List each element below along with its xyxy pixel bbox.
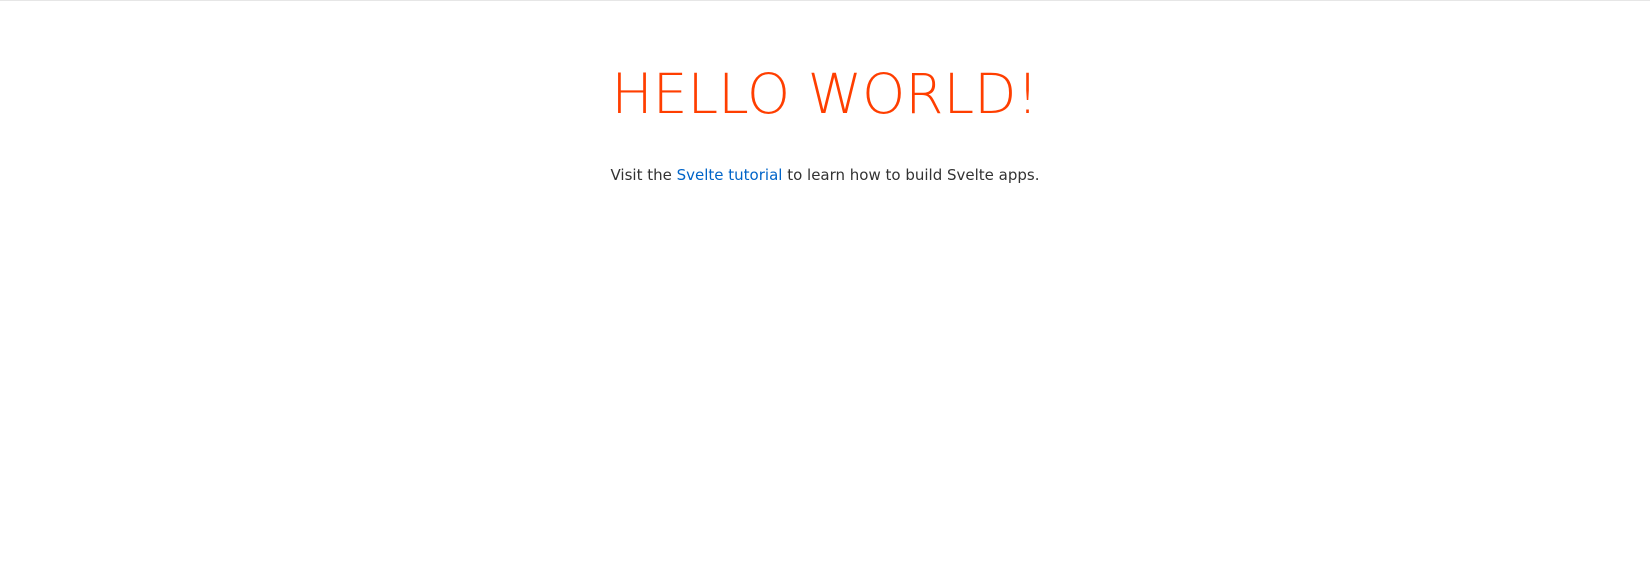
main-content: HELLO WORLD! Visit the Svelte tutorial t… xyxy=(0,0,1650,186)
svelte-tutorial-link[interactable]: Svelte tutorial xyxy=(677,166,783,184)
top-divider xyxy=(0,0,1650,1)
page-title: HELLO WORLD! xyxy=(611,62,1039,126)
intro-text: Visit the Svelte tutorial to learn how t… xyxy=(0,164,1650,186)
intro-suffix: to learn how to build Svelte apps. xyxy=(782,166,1040,184)
intro-prefix: Visit the xyxy=(610,166,677,184)
